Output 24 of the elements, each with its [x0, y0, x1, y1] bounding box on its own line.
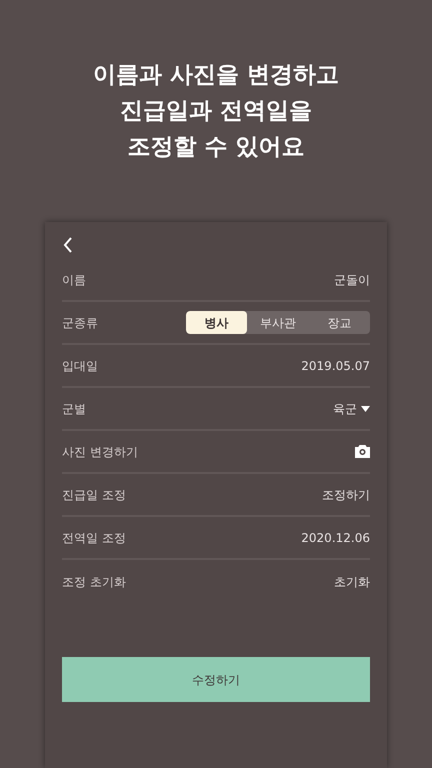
- row-label: 입대일: [62, 358, 98, 374]
- row-value[interactable]: 초기화: [334, 572, 370, 590]
- headline-text: 이름과 사진을 변경하고: [92, 61, 339, 90]
- row-label: 전역일 조정: [62, 530, 126, 546]
- row-label: 군종류: [62, 314, 98, 332]
- headline-text: 조정할 수 있어요: [127, 133, 304, 162]
- headline-text: 진급일과 전역일을: [120, 97, 312, 126]
- row-value[interactable]: 2020.12.06: [301, 528, 370, 546]
- camera-icon[interactable]: [355, 445, 370, 458]
- row-label: 사진 변경하기: [62, 444, 138, 460]
- segment-tab[interactable]: 병사: [186, 311, 248, 334]
- row-label: 진급일 조정: [62, 486, 126, 504]
- back-icon[interactable]: [63, 237, 73, 253]
- row-label: 조정 초기화: [62, 574, 126, 590]
- row-value[interactable]: 군돌이: [334, 270, 370, 288]
- row-value[interactable]: 조정하기: [322, 486, 370, 504]
- row-label: 군별: [62, 400, 86, 418]
- row-label: 이름: [62, 272, 86, 288]
- segment-tab[interactable]: 부사관: [247, 311, 309, 334]
- army-dropdown[interactable]: 육군: [333, 400, 370, 418]
- segment-tab[interactable]: 장교: [308, 311, 370, 334]
- submit-button[interactable]: 수정하기: [62, 657, 370, 702]
- row-value[interactable]: 2019.05.07: [301, 356, 370, 374]
- caret-icon: [361, 406, 370, 412]
